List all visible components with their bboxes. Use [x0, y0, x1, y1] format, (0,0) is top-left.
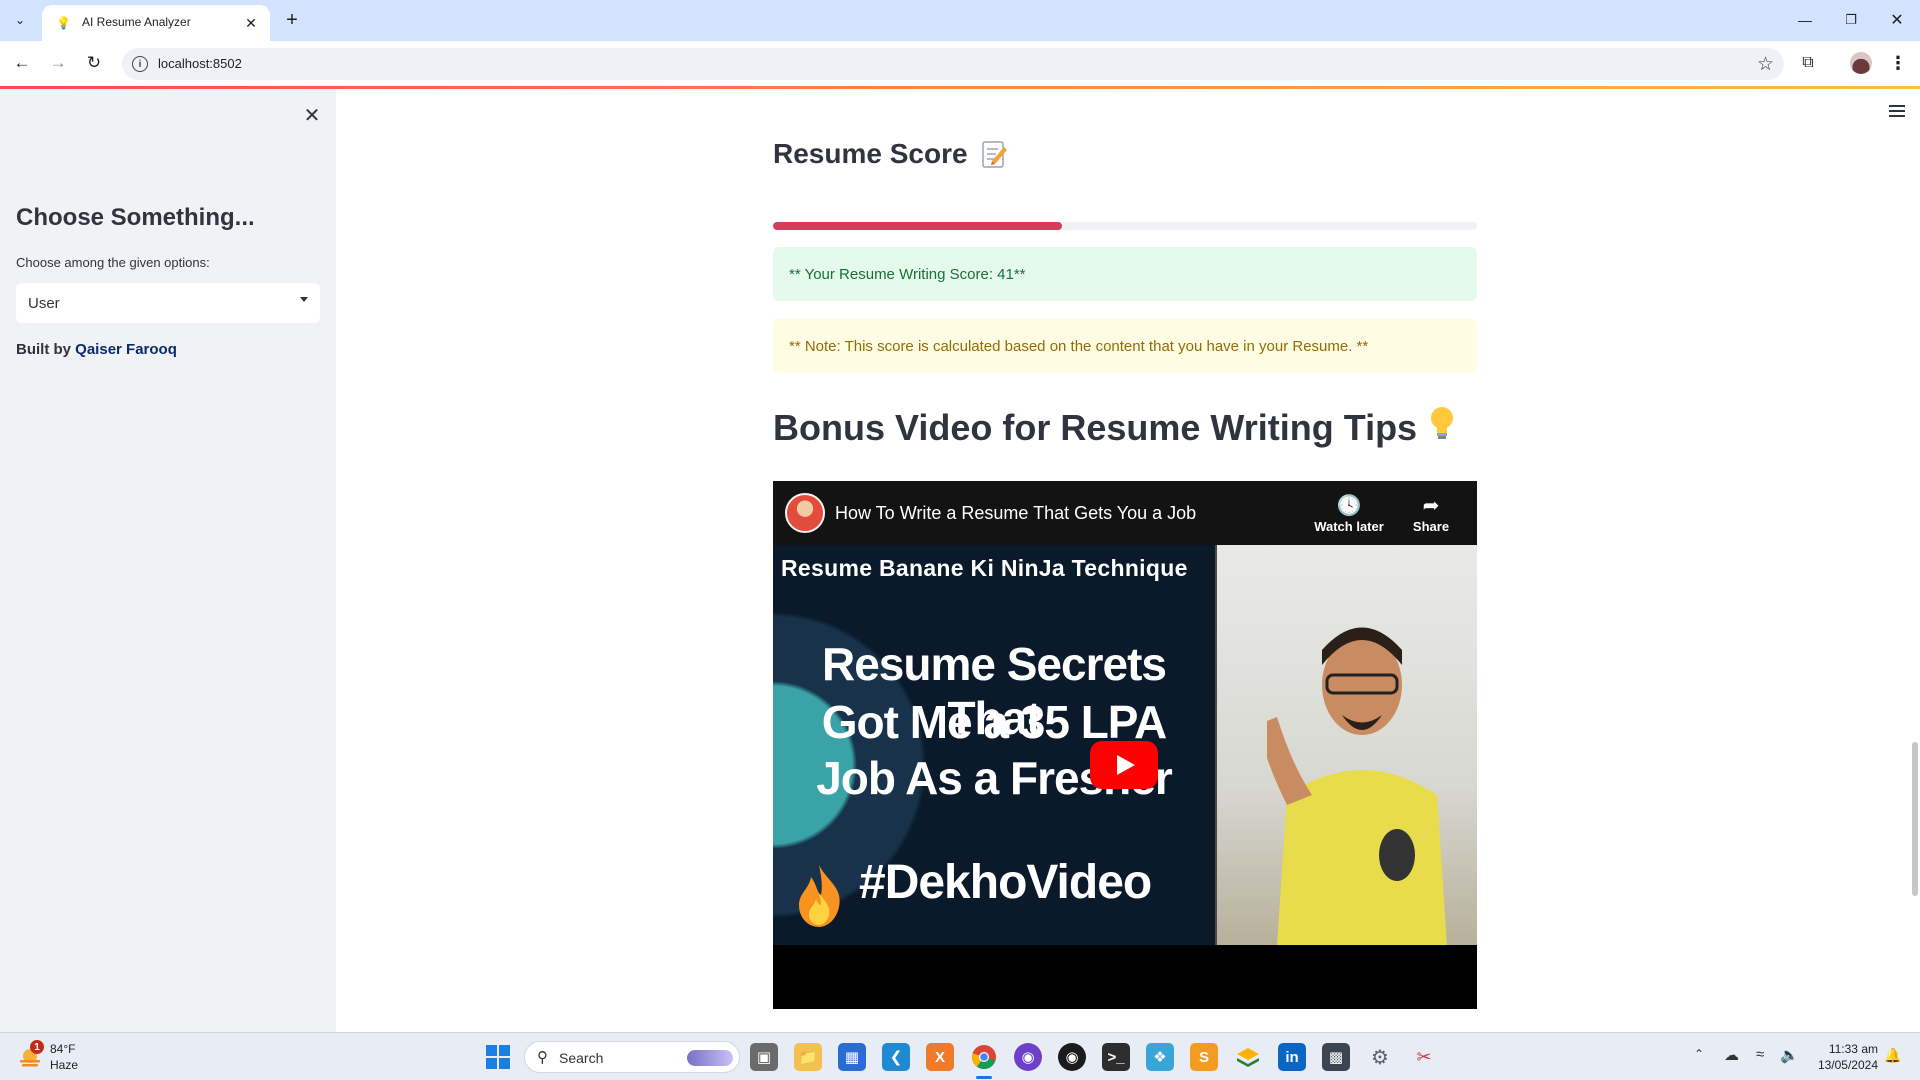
role-select-dropdown[interactable]: User	[16, 283, 320, 323]
back-arrow-icon[interactable]: ←	[10, 51, 34, 75]
xampp-icon[interactable]: X	[926, 1043, 954, 1071]
onedrive-cloud-icon[interactable]: ☁	[1724, 1046, 1739, 1064]
dropdown-caret-icon	[300, 297, 308, 302]
new-tab-plus-icon[interactable]: +	[278, 8, 306, 32]
extensions-puzzle-icon[interactable]: ⧉	[1796, 51, 1820, 75]
weather-condition[interactable]: Haze	[50, 1058, 78, 1072]
main-menu-hamburger-icon[interactable]	[1886, 102, 1908, 120]
window-close-icon[interactable]: ✕	[1882, 8, 1912, 32]
browser-tab-bar: ⌄ 💡 AI Resume Analyzer ✕ + — ❐ ✕	[0, 0, 1920, 41]
score-success-text: ** Your Resume Writing Score: 41**	[789, 266, 1026, 283]
weather-notification-badge: 1	[30, 1040, 44, 1054]
thumbnail-hashtag: #DekhoVideo	[859, 856, 1152, 909]
search-icon: ⚲	[537, 1049, 548, 1066]
built-by-credit: Built by Qaiser Farooq	[16, 341, 177, 358]
sidebar: ✕ Choose Something... Choose among the g…	[0, 89, 336, 1032]
search-highlight-art	[687, 1050, 733, 1066]
chrome-menu-kebab-icon[interactable]: ⋮	[1886, 51, 1910, 75]
github-desktop-icon[interactable]: ◉	[1014, 1043, 1042, 1071]
watch-later-button[interactable]: 🕓 Watch later	[1309, 493, 1389, 534]
forward-arrow-icon[interactable]: →	[46, 51, 70, 75]
windows-start-icon[interactable]	[486, 1045, 510, 1069]
tab-title: AI Resume Analyzer	[82, 15, 191, 29]
window-restore-icon[interactable]: ❐	[1836, 8, 1866, 32]
site-info-icon[interactable]: i	[132, 56, 148, 72]
clock-icon: 🕓	[1336, 495, 1362, 517]
author-link[interactable]: Qaiser Farooq	[75, 341, 177, 358]
video-thumbnail[interactable]: Resume Banane Ki NinJa Technique Resume …	[773, 545, 1477, 945]
watch-later-label: Watch later	[1314, 519, 1384, 534]
bookmark-star-icon[interactable]: ☆	[1757, 53, 1774, 76]
reload-icon[interactable]: ↻	[82, 51, 106, 75]
address-bar[interactable]: i localhost:8502 ☆	[122, 48, 1784, 80]
resume-score-heading: Resume Score	[773, 138, 1008, 170]
score-success-alert: ** Your Resume Writing Score: 41**	[773, 247, 1477, 301]
presenter-figure	[1257, 605, 1457, 945]
taskbar-search-box[interactable]: ⚲ Search	[524, 1041, 740, 1073]
page-scrollbar-thumb[interactable]	[1912, 742, 1918, 896]
resume-score-heading-text: Resume Score	[773, 138, 968, 169]
built-by-prefix: Built by	[16, 341, 76, 358]
vscode-icon[interactable]: ❮	[882, 1043, 910, 1071]
sublime-text-icon[interactable]: S	[1190, 1043, 1218, 1071]
share-arrow-icon: ➦	[1422, 495, 1440, 517]
tab-favicon-icon: 💡	[56, 16, 71, 30]
browser-tab[interactable]: 💡 AI Resume Analyzer ✕	[42, 5, 270, 41]
windows-taskbar: 1 84°F Haze ⚲ Search ▣ 📁 ▦ ❮ X ◉ ◉ >_ ❖ …	[0, 1032, 1920, 1080]
score-note-text: ** Note: This score is calculated based …	[789, 338, 1369, 355]
snipping-tool-icon[interactable]: ✂	[1410, 1043, 1438, 1071]
clock-date[interactable]: 13/05/2024	[1810, 1058, 1878, 1072]
sidebar-close-icon[interactable]: ✕	[300, 103, 324, 127]
fire-icon	[791, 863, 847, 929]
youtube-video-embed[interactable]: Resume Banane Ki NinJa Technique Resume …	[773, 481, 1477, 1009]
memo-icon	[980, 139, 1008, 169]
volume-icon[interactable]: 🔈	[1780, 1046, 1799, 1064]
command-prompt-icon[interactable]: ▩	[1322, 1043, 1350, 1071]
file-explorer-icon[interactable]: 📁	[794, 1043, 822, 1071]
microsoft-store-icon[interactable]: ▦	[838, 1043, 866, 1071]
window-minimize-icon[interactable]: —	[1790, 8, 1820, 32]
tray-overflow-chevron-icon[interactable]: ⌃	[1694, 1047, 1704, 1061]
settings-gear-icon[interactable]: ⚙	[1366, 1043, 1394, 1071]
score-note-alert: ** Note: This score is calculated based …	[773, 319, 1477, 373]
profile-avatar[interactable]	[1850, 52, 1872, 74]
url-text[interactable]: localhost:8502	[158, 56, 242, 71]
fiddler-icon[interactable]: ❖	[1146, 1043, 1174, 1071]
notification-bell-icon[interactable]: 🔔	[1884, 1047, 1901, 1064]
select-value: User	[28, 295, 60, 312]
layers-app-icon[interactable]	[1234, 1043, 1262, 1071]
sidebar-heading: Choose Something...	[16, 204, 255, 231]
video-title[interactable]: How To Write a Resume That Gets You a Jo…	[835, 503, 1196, 524]
obs-icon[interactable]: ◉	[1058, 1043, 1086, 1071]
tab-close-icon[interactable]: ✕	[242, 14, 260, 32]
weather-temperature[interactable]: 84°F	[50, 1042, 75, 1056]
task-view-icon[interactable]: ▣	[750, 1043, 778, 1071]
tab-search-chevron-icon[interactable]: ⌄	[6, 8, 34, 32]
lightbulb-icon	[1427, 404, 1457, 451]
terminal-icon[interactable]: >_	[1102, 1043, 1130, 1071]
score-progress-bar	[773, 222, 1477, 230]
bonus-video-heading-text: Bonus Video for Resume Writing Tips	[773, 406, 1418, 448]
clock-time[interactable]: 11:33 am	[1826, 1042, 1878, 1056]
score-progress-fill	[773, 222, 1062, 230]
video-top-bar: How To Write a Resume That Gets You a Jo…	[773, 481, 1477, 545]
chrome-icon[interactable]	[970, 1043, 998, 1071]
chrome-active-indicator	[976, 1076, 992, 1079]
share-button[interactable]: ➦ Share	[1401, 493, 1461, 534]
taskbar-search-placeholder: Search	[559, 1050, 604, 1066]
thumbnail-banner-text: Resume Banane Ki NinJa Technique	[781, 555, 1188, 581]
select-label: Choose among the given options:	[16, 255, 210, 270]
bonus-video-heading: Bonus Video for Resume Writing Tips	[773, 404, 1457, 451]
linkedin-icon[interactable]: in	[1278, 1043, 1306, 1071]
wifi-icon[interactable]: ≈	[1756, 1046, 1764, 1063]
thumbnail-presenter-panel	[1215, 545, 1477, 945]
youtube-play-icon[interactable]	[1090, 741, 1158, 789]
share-label: Share	[1412, 519, 1450, 534]
browser-toolbar: ← → ↻ i localhost:8502 ☆ ⧉ ⋮	[0, 41, 1920, 86]
channel-avatar[interactable]	[785, 493, 825, 533]
